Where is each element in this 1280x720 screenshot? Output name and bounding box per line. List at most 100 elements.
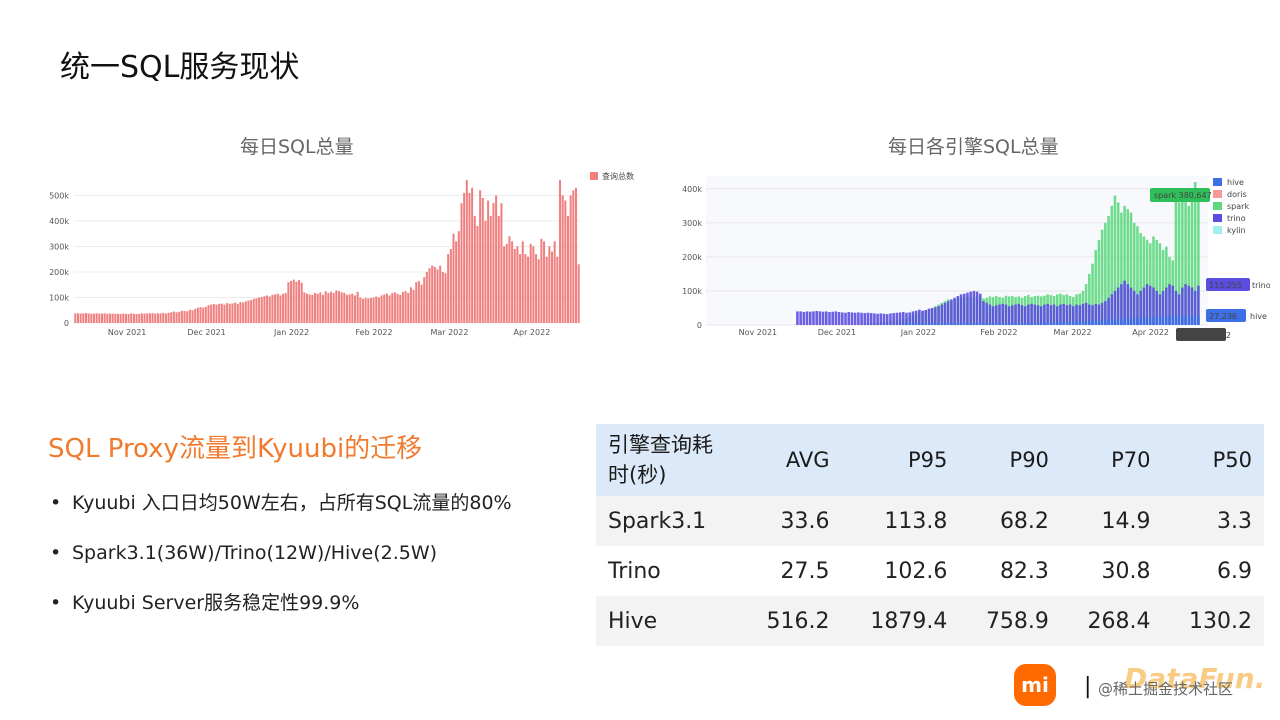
hive-bar xyxy=(1148,317,1152,325)
hive-bar xyxy=(1116,319,1120,325)
table-cell: Hive xyxy=(596,596,740,646)
trino-bar xyxy=(1059,304,1062,325)
bar xyxy=(535,254,538,323)
hive-bar xyxy=(1023,323,1027,325)
bar xyxy=(500,203,503,323)
trino-bar xyxy=(975,291,979,325)
trino-bar xyxy=(796,311,799,325)
trino-bar xyxy=(876,313,879,325)
mi-logo: mi xyxy=(1014,664,1056,706)
hive-bar xyxy=(1129,318,1133,325)
bar xyxy=(364,297,367,323)
bar xyxy=(551,251,554,323)
bar xyxy=(223,304,226,323)
hive-bar xyxy=(972,323,976,325)
bar xyxy=(252,298,255,323)
trino-bar xyxy=(847,312,851,325)
trino-bar xyxy=(1004,304,1008,325)
table-cell: Spark3.1 xyxy=(596,496,740,546)
table-cell: 516.2 xyxy=(740,596,842,646)
trino-bar xyxy=(985,302,988,325)
hive-bar xyxy=(940,323,944,325)
bar xyxy=(460,203,463,323)
bar xyxy=(516,246,519,323)
table-cell: 130.2 xyxy=(1162,596,1264,646)
bar xyxy=(242,302,245,323)
bar xyxy=(287,282,290,323)
bullet-list: Kyuubi 入口日均50W左右，占所有SQL流量的80% Spark3.1(3… xyxy=(48,490,528,640)
bar xyxy=(183,311,186,323)
trino-bar xyxy=(1036,305,1040,325)
bar xyxy=(106,313,109,323)
trino-bar xyxy=(1046,303,1049,325)
hive-bar xyxy=(966,323,969,325)
trino-bar xyxy=(914,310,918,325)
hive-bar xyxy=(953,323,956,325)
bar xyxy=(319,292,322,323)
hive-bar xyxy=(1049,322,1053,325)
trino-bar xyxy=(991,306,995,325)
bar xyxy=(351,293,354,323)
trino-bar xyxy=(908,312,911,325)
bar xyxy=(484,220,487,323)
bar xyxy=(548,246,551,323)
hive-bar xyxy=(1001,323,1005,325)
legend-swatch xyxy=(1213,226,1222,234)
table-cell: Trino xyxy=(596,546,740,596)
trino-bar xyxy=(946,301,950,325)
bar xyxy=(135,314,138,323)
table-cell: 30.8 xyxy=(1060,546,1163,596)
bar xyxy=(553,241,556,323)
trino-bar xyxy=(972,290,976,325)
legend-label: kylin xyxy=(1227,226,1246,235)
x-tick-label: Mar 2022 xyxy=(430,328,468,337)
hive-bar xyxy=(1177,316,1181,325)
trino-bar xyxy=(911,311,915,325)
hive-bar xyxy=(1094,320,1098,325)
section-title: SQL Proxy流量到Kyuubi的迁移 xyxy=(48,434,423,464)
hive-bar xyxy=(1158,317,1162,325)
trino-bar xyxy=(882,313,886,325)
table-cell: 3.3 xyxy=(1162,496,1264,546)
bar xyxy=(276,293,279,323)
table-cell: 27.5 xyxy=(740,546,842,596)
trino-bar xyxy=(978,293,982,325)
trino-bar xyxy=(802,312,806,325)
bar xyxy=(119,314,122,323)
bar xyxy=(577,264,580,323)
hive-bar xyxy=(1011,323,1014,325)
trino-bar xyxy=(988,304,992,325)
bar xyxy=(329,291,333,323)
hive-bar xyxy=(985,323,988,325)
x-tick-label: Mar 2022 xyxy=(1054,328,1092,337)
hive-bar xyxy=(1197,315,1200,325)
bar xyxy=(345,294,348,323)
trino-bar xyxy=(812,311,815,325)
hive-bar xyxy=(1014,323,1017,325)
hive-bar xyxy=(946,323,950,325)
bar xyxy=(295,281,298,323)
hive-bar xyxy=(956,323,960,325)
bar xyxy=(170,312,173,323)
bar xyxy=(489,215,492,323)
bar xyxy=(90,313,93,323)
hive-bar xyxy=(943,323,947,325)
hive-bar xyxy=(1193,315,1197,325)
bar xyxy=(508,236,511,323)
trino-bar xyxy=(895,312,899,325)
trino-bar xyxy=(966,292,969,325)
bar xyxy=(156,313,159,323)
trino-bar xyxy=(844,312,847,325)
bar xyxy=(428,268,431,323)
bar xyxy=(175,312,178,323)
trino-bar xyxy=(828,312,831,325)
legend-swatch xyxy=(1213,178,1222,186)
hive-bar xyxy=(927,323,931,325)
bar xyxy=(332,292,335,323)
trino-bar xyxy=(857,312,860,325)
bar xyxy=(76,313,80,323)
hive-bar xyxy=(969,323,972,325)
trino-bar xyxy=(866,312,870,325)
bar xyxy=(503,246,506,323)
bar xyxy=(497,215,500,323)
